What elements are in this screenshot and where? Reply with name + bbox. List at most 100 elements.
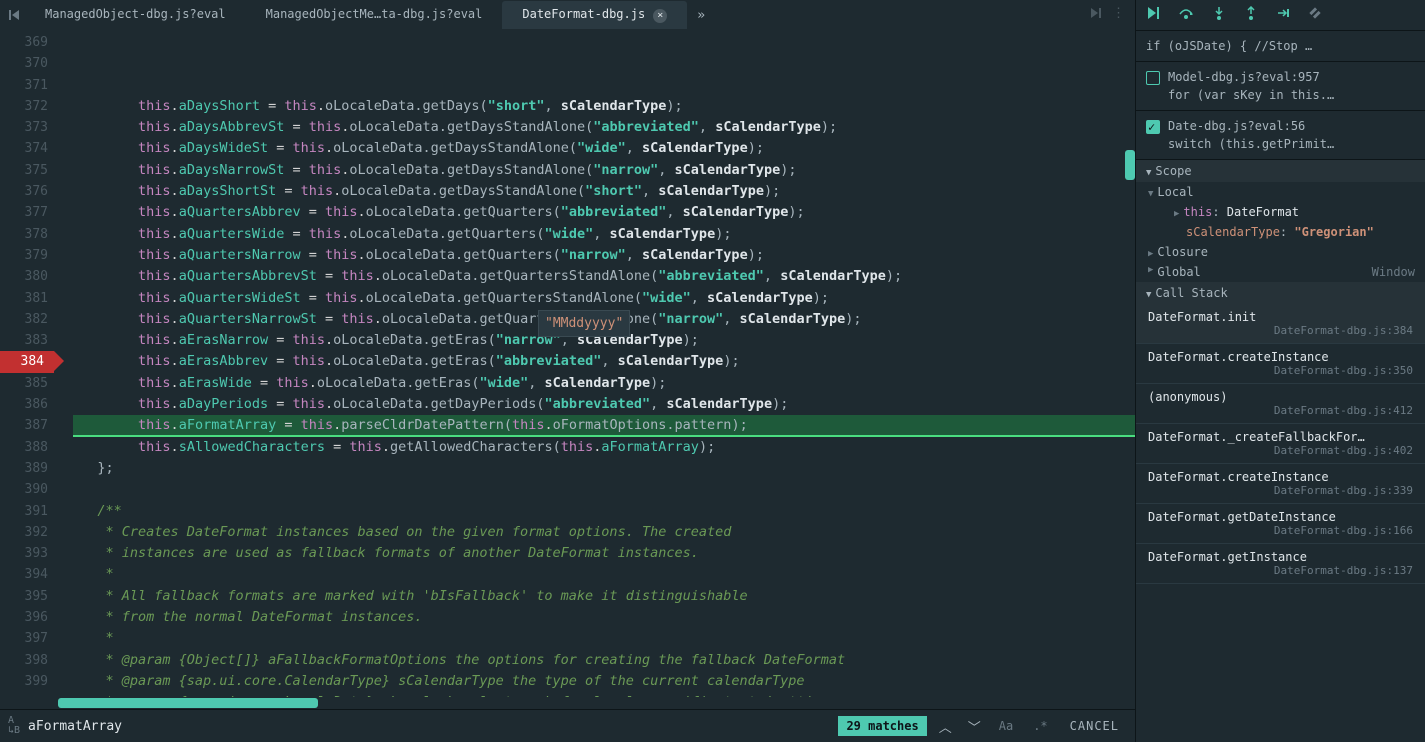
line-number[interactable]: 373 (0, 117, 48, 138)
code-line[interactable]: this.aErasAbbrev = this.oLocaleData.getE… (73, 351, 1135, 372)
callstack-frame[interactable]: DateFormat.createInstanceDateFormat-dbg.… (1136, 344, 1425, 384)
callstack-frame[interactable]: DateFormat.createInstanceDateFormat-dbg.… (1136, 464, 1425, 504)
callstack-frame[interactable]: (anonymous)DateFormat-dbg.js:412 (1136, 384, 1425, 424)
callstack-frame[interactable]: DateFormat._createFallbackFor…DateFormat… (1136, 424, 1425, 464)
code-line[interactable]: this.aDaysShortSt = this.oLocaleData.get… (73, 181, 1135, 202)
callstack-frame[interactable]: DateFormat.initDateFormat-dbg.js:384 (1136, 304, 1425, 344)
callstack-frame[interactable]: DateFormat.getInstanceDateFormat-dbg.js:… (1136, 544, 1425, 584)
code-line[interactable]: * (73, 628, 1135, 649)
line-number[interactable]: 397 (0, 628, 48, 649)
code-line[interactable]: }; (73, 458, 1135, 479)
line-number[interactable]: 377 (0, 202, 48, 223)
code-line[interactable]: * (73, 564, 1135, 585)
line-number[interactable]: 398 (0, 650, 48, 671)
code-line[interactable]: this.aQuartersAbbrevSt = this.oLocaleDat… (73, 266, 1135, 287)
line-number[interactable]: 369 (0, 32, 48, 53)
code-line[interactable]: this.aDaysShort = this.oLocaleData.getDa… (73, 96, 1135, 117)
breakpoint-item[interactable]: Date-dbg.js?eval:56 switch (this.getPrim… (1136, 111, 1425, 160)
breakpoint-checkbox[interactable] (1146, 71, 1160, 85)
step-into-icon[interactable] (1212, 6, 1226, 24)
code-line[interactable]: this.sAllowedCharacters = this.getAllowe… (73, 437, 1135, 458)
line-number[interactable]: 389 (0, 458, 48, 479)
search-next-icon[interactable]: ﹀ (964, 715, 985, 738)
line-number[interactable]: 386 (0, 394, 48, 415)
code-line[interactable]: this.aQuartersNarrow = this.oLocaleData.… (73, 245, 1135, 266)
line-number[interactable]: 379 (0, 245, 48, 266)
step-icon[interactable] (1276, 6, 1290, 24)
search-prev-icon[interactable]: ︿ (935, 715, 956, 738)
code-line[interactable]: this.aErasWide = this.oLocaleData.getEra… (73, 373, 1135, 394)
line-number[interactable]: 387 (0, 415, 48, 436)
line-number[interactable]: 380 (0, 266, 48, 287)
line-number[interactable]: 394 (0, 564, 48, 585)
code-line[interactable]: * @param {sap.ui.core.CalendarType} sCal… (73, 671, 1135, 692)
code-line[interactable]: /** (73, 501, 1135, 522)
line-number[interactable]: 371 (0, 75, 48, 96)
step-over-icon[interactable] (1178, 6, 1194, 24)
breakpoint-checkbox[interactable] (1146, 120, 1160, 134)
resume-icon[interactable] (1146, 6, 1160, 24)
callstack-frame[interactable]: DateFormat.getDateInstanceDateFormat-dbg… (1136, 504, 1425, 544)
code-line[interactable]: this.aDaysNarrowSt = this.oLocaleData.ge… (73, 160, 1135, 181)
tab-2[interactable]: DateFormat-dbg.js× (502, 1, 687, 29)
line-number[interactable]: 391 (0, 501, 48, 522)
code-line[interactable]: this.aQuartersWideSt = this.oLocaleData.… (73, 288, 1135, 309)
callstack-section-header[interactable]: ▼Call Stack (1136, 282, 1425, 304)
code-line[interactable]: this.aDayPeriods = this.oLocaleData.getD… (73, 394, 1135, 415)
line-number[interactable]: 396 (0, 607, 48, 628)
step-out-icon[interactable] (1244, 6, 1258, 24)
vertical-scrollbar-thumb[interactable] (1125, 150, 1135, 180)
code-line[interactable] (73, 479, 1135, 500)
tab-1[interactable]: ManagedObjectMe…ta-dbg.js?eval (246, 1, 503, 29)
breakpoint-item[interactable]: Model-dbg.js?eval:957 for (var sKey in t… (1136, 62, 1425, 111)
search-input[interactable] (28, 719, 830, 734)
case-sensitive-toggle[interactable]: Aa (993, 717, 1019, 735)
code-line[interactable]: * All fallback formats are marked with '… (73, 586, 1135, 607)
tab-menu-icon[interactable]: ⋮ (1112, 6, 1125, 24)
code-line[interactable]: this.aQuartersAbbrev = this.oLocaleData.… (73, 202, 1135, 223)
regex-toggle[interactable]: .* (1027, 717, 1053, 735)
line-number[interactable]: 385 (0, 373, 48, 394)
code-line[interactable]: * from the normal DateFormat instances. (73, 607, 1135, 628)
line-number[interactable]: 376 (0, 181, 48, 202)
line-number[interactable]: 392 (0, 522, 48, 543)
line-number[interactable]: 382 (0, 309, 48, 330)
tab-nav-prev-icon[interactable] (5, 5, 25, 25)
code-line[interactable]: this.aFormatArray = this.parseCldrDatePa… (73, 415, 1135, 436)
tab-overflow-icon[interactable]: » (687, 8, 715, 23)
line-number[interactable]: 383 (0, 330, 48, 351)
scope-this[interactable]: ▶this: DateFormat (1136, 202, 1425, 222)
code-line[interactable]: * Creates DateFormat instances based on … (73, 522, 1135, 543)
line-number[interactable]: 384 (0, 351, 54, 372)
code-line[interactable]: this.aDaysWideSt = this.oLocaleData.getD… (73, 138, 1135, 159)
tab-nav-next-icon[interactable] (1088, 6, 1102, 24)
code-editor[interactable]: 3693703713723733743753763773783793803813… (0, 30, 1135, 697)
line-number[interactable]: 370 (0, 53, 48, 74)
scope-global[interactable]: ▶GlobalWindow (1136, 262, 1425, 282)
line-number[interactable]: 399 (0, 671, 48, 692)
line-number[interactable]: 395 (0, 586, 48, 607)
line-number[interactable]: 381 (0, 288, 48, 309)
scope-closure[interactable]: ▶Closure (1136, 242, 1425, 262)
close-tab-icon[interactable]: × (653, 9, 667, 23)
line-number[interactable]: 375 (0, 160, 48, 181)
code-line[interactable]: this.aDaysAbbrevSt = this.oLocaleData.ge… (73, 117, 1135, 138)
code-line[interactable]: * @param {Object[]} aFallbackFormatOptio… (73, 650, 1135, 671)
code-line[interactable]: * instances are used as fallback formats… (73, 543, 1135, 564)
horizontal-scrollbar-thumb[interactable] (58, 698, 318, 708)
search-mode-icon[interactable]: A↳B (8, 716, 20, 736)
scope-local[interactable]: ▼Local (1136, 182, 1425, 202)
line-number[interactable]: 393 (0, 543, 48, 564)
cancel-button[interactable]: CANCEL (1062, 719, 1127, 733)
horizontal-scrollbar[interactable] (0, 697, 1135, 709)
line-number[interactable]: 378 (0, 224, 48, 245)
deactivate-breakpoints-icon[interactable] (1308, 6, 1322, 24)
line-number[interactable]: 390 (0, 479, 48, 500)
code-content[interactable]: this.aDaysShort = this.oLocaleData.getDa… (58, 30, 1135, 697)
code-line[interactable]: this.aQuartersWide = this.oLocaleData.ge… (73, 224, 1135, 245)
line-number[interactable]: 388 (0, 437, 48, 458)
scope-section-header[interactable]: ▼Scope (1136, 160, 1425, 182)
line-number[interactable]: 374 (0, 138, 48, 159)
tab-0[interactable]: ManagedObject-dbg.js?eval (25, 1, 246, 29)
line-number[interactable]: 372 (0, 96, 48, 117)
